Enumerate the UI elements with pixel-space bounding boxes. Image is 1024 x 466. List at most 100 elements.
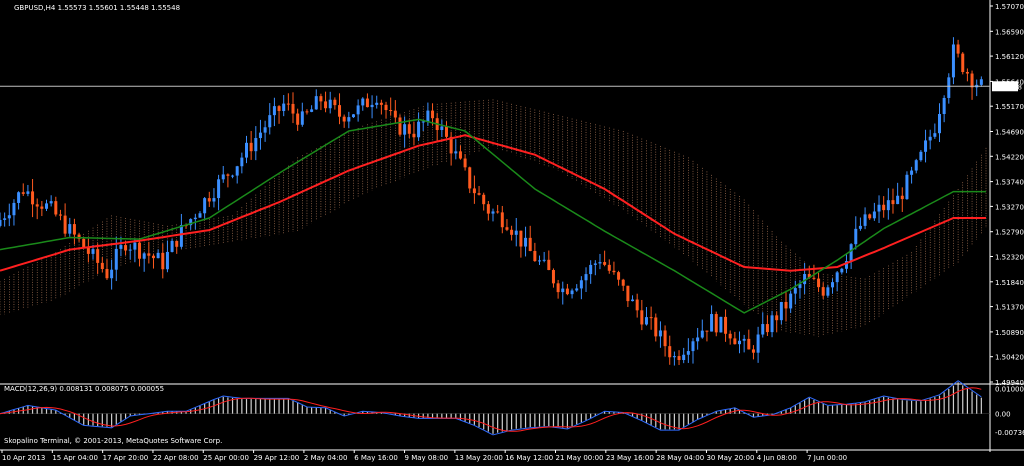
candle-body	[863, 214, 867, 226]
candle-body	[631, 299, 635, 302]
candle-body	[389, 110, 393, 112]
candle-body	[454, 151, 458, 154]
macd-signal-line	[0, 387, 982, 432]
candle-body	[7, 215, 11, 219]
candle-body	[979, 79, 983, 85]
candle-body	[821, 287, 825, 296]
candle-body	[705, 330, 709, 332]
candle-body	[384, 104, 388, 111]
candle-body	[245, 142, 248, 158]
candle-body	[538, 260, 542, 262]
candle-body	[54, 201, 58, 215]
candle-body	[603, 262, 607, 265]
price-tick-label: 1.53740	[995, 179, 1024, 187]
candle-body	[910, 170, 914, 175]
time-tick-label: 30 May 20:00	[706, 454, 754, 462]
candle-body	[458, 151, 462, 159]
macd-tick-label: -0.00736	[995, 429, 1024, 437]
price-tick-label: 1.54690	[995, 129, 1024, 137]
candle-body	[45, 203, 49, 209]
candle-body	[119, 245, 123, 249]
candle-body	[31, 191, 35, 205]
candle-body	[617, 272, 621, 280]
candle-body	[338, 105, 342, 117]
candle-body	[886, 200, 890, 211]
time-tick-label: 29 Apr 12:00	[254, 454, 300, 462]
candle-body	[407, 124, 411, 134]
price-tick-label: 1.51840	[995, 279, 1024, 287]
candle-body	[547, 259, 551, 271]
candle-body	[668, 346, 672, 358]
price-tick-label: 1.54220	[995, 153, 1024, 161]
time-tick-label: 4 Jun 08:00	[757, 454, 797, 462]
candle-body	[817, 278, 821, 288]
candle-body	[742, 338, 746, 341]
candle-body	[928, 136, 932, 141]
candle-body	[421, 121, 425, 123]
candle-body	[691, 341, 695, 352]
candle-body	[724, 316, 728, 334]
candle-body	[514, 230, 518, 235]
chart-canvas[interactable]: 1.570701.565901.561201.556401.551701.546…	[0, 0, 1024, 462]
candle-body	[249, 142, 253, 152]
candle-body	[789, 293, 793, 309]
candle-body	[133, 242, 137, 250]
candle-body	[175, 240, 179, 247]
candle-body	[524, 237, 528, 247]
candle-body	[310, 109, 314, 112]
candle-body	[840, 268, 844, 273]
candle-body	[612, 270, 616, 273]
candle-body	[505, 227, 509, 230]
candle-body	[217, 179, 221, 199]
candle-body	[21, 192, 25, 194]
candle-body	[482, 194, 486, 205]
candle-body	[584, 274, 588, 281]
macd-label: MACD(12,26,9) 0.008131 0.008075 0.000055	[4, 385, 164, 393]
candle-body	[649, 317, 653, 319]
candle-body	[826, 287, 830, 296]
candle-body	[858, 225, 862, 229]
candle-body	[793, 288, 797, 294]
candle-body	[640, 310, 644, 325]
time-tick-label: 7 Jun 00:00	[807, 454, 847, 462]
chart-window[interactable]: 1.570701.565901.561201.556401.551701.546…	[0, 0, 1024, 462]
candle-body	[319, 96, 323, 102]
candle-body	[756, 334, 760, 353]
candle-body	[947, 77, 951, 98]
candle-body	[314, 96, 318, 110]
time-tick-label: 23 May 16:00	[606, 454, 654, 462]
time-tick-label: 16 May 12:00	[505, 454, 553, 462]
candle-body	[0, 219, 2, 226]
candle-body	[933, 133, 937, 137]
candle-body	[305, 111, 309, 113]
candle-body	[961, 53, 965, 73]
candle-body	[868, 214, 872, 219]
candle-body	[621, 279, 625, 286]
candle-body	[779, 301, 783, 321]
candle-body	[147, 253, 151, 256]
candle-body	[472, 188, 476, 194]
price-tick-label: 1.52790	[995, 229, 1024, 237]
candle-body	[179, 225, 183, 247]
candle-body	[235, 166, 239, 176]
candle-body	[686, 351, 690, 355]
price-tick-label: 1.55170	[995, 103, 1024, 111]
candle-body	[403, 124, 407, 135]
candle-body	[426, 110, 430, 122]
candle-body	[519, 230, 523, 247]
candle-body	[12, 202, 16, 216]
candle-body	[812, 277, 816, 279]
price-tick-label: 1.53270	[995, 203, 1024, 211]
candle-body	[835, 272, 839, 283]
price-tick-label: 1.50890	[995, 329, 1024, 337]
candle-body	[417, 121, 421, 138]
candle-body	[40, 206, 44, 209]
candle-body	[872, 211, 876, 219]
candle-body	[900, 195, 904, 200]
candle-body	[468, 167, 472, 189]
time-tick-label: 9 May 08:00	[405, 454, 449, 462]
candle-body	[710, 314, 714, 332]
candle-body	[831, 282, 835, 288]
candle-body	[68, 224, 72, 234]
candle-body	[854, 228, 858, 245]
